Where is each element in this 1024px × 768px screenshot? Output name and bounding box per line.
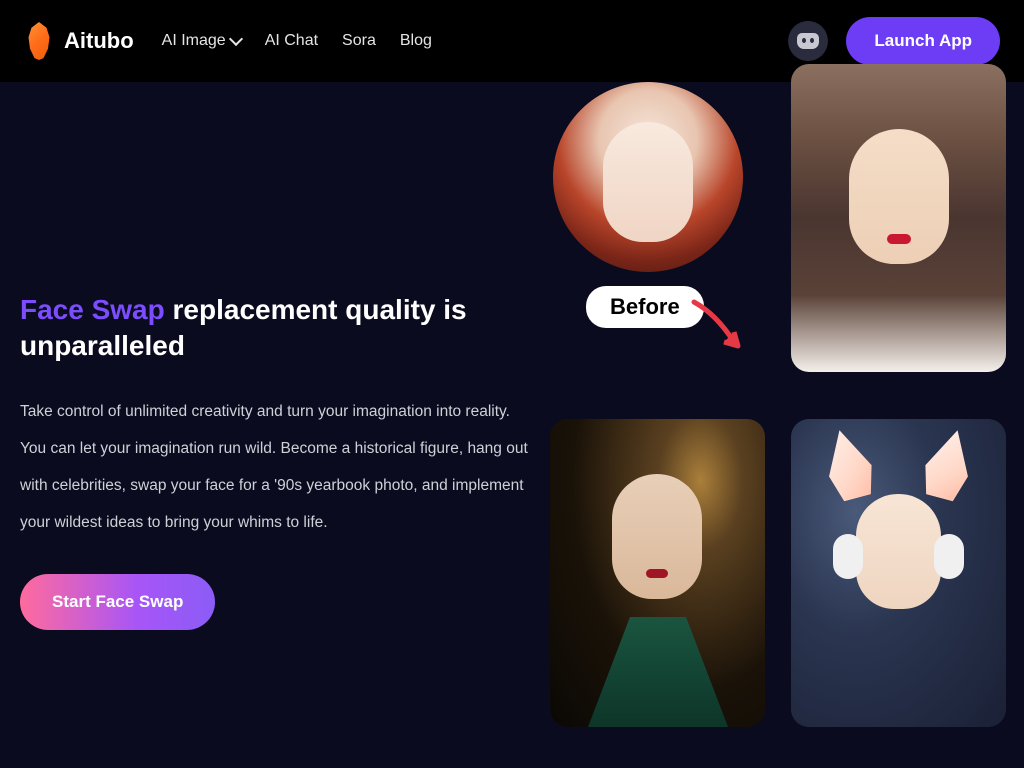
brand-logo[interactable]: Aitubo [24,22,134,60]
launch-app-button[interactable]: Launch App [846,17,1000,65]
hero-heading: Face Swap replacement quality is unparal… [20,292,530,365]
nav-ai-image[interactable]: AI Image [162,32,241,50]
portrait-placeholder [550,419,765,727]
nav-ai-chat-label: AI Chat [265,32,318,50]
arrow-icon [686,294,756,364]
heading-highlight: Face Swap [20,294,165,325]
main-nav: AI Image AI Chat Sora Blog [162,32,432,50]
portrait-placeholder [791,419,1006,727]
hero-text: Face Swap replacement quality is unparal… [20,292,530,630]
discord-icon [797,33,819,49]
nav-ai-chat[interactable]: AI Chat [265,32,318,50]
nav-blog[interactable]: Blog [400,32,432,50]
before-avatar [553,82,743,272]
result-image-1 [791,64,1006,372]
nav-ai-image-label: AI Image [162,32,226,50]
brand-name: Aitubo [64,28,134,54]
discord-button[interactable] [788,21,828,61]
logo-icon [24,22,54,60]
header-right: Launch App [788,17,1000,65]
portrait-placeholder [791,64,1006,372]
header-left: Aitubo AI Image AI Chat Sora Blog [24,22,432,60]
face-placeholder [603,122,693,242]
start-face-swap-button[interactable]: Start Face Swap [20,574,215,630]
chevron-down-icon [229,32,243,46]
nav-sora[interactable]: Sora [342,32,376,50]
before-card: Before [538,82,758,328]
result-image-2 [550,419,765,727]
result-image-3 [791,419,1006,727]
main-content: Face Swap replacement quality is unparal… [0,82,1024,768]
hero-description: Take control of unlimited creativity and… [20,393,530,542]
nav-blog-label: Blog [400,32,432,50]
nav-sora-label: Sora [342,32,376,50]
